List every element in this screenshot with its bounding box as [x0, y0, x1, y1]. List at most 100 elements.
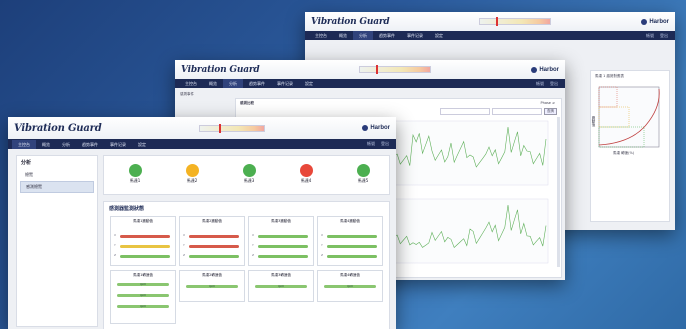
motor-lamp-label: 馬達5 [357, 178, 369, 183]
rpm-bar: rpm [117, 304, 169, 308]
rpm-panel[interactable]: 馬達1轉速值 rpm rpm rpm [110, 270, 176, 324]
rpm-panel[interactable]: 馬達4轉速值 rpm [317, 270, 383, 302]
nav-item-trend[interactable]: 趋势事件 [76, 140, 104, 149]
status-light-icon [185, 164, 199, 177]
status-light-icon [299, 164, 313, 177]
nav-item-settings[interactable]: 設定 [299, 79, 319, 88]
front-nav: 主控台 概览 分析 趋势事件 事件记录 設定 帳號 登出 [8, 139, 396, 149]
status-light-icon [356, 164, 370, 177]
vibration-bar [258, 235, 308, 238]
nav-item-trend[interactable]: 趋势事件 [373, 31, 401, 40]
rpm-panel-title: 馬達3轉速值 [271, 273, 291, 277]
nav-item-events[interactable]: 事件记录 [401, 31, 429, 40]
vibration-panel[interactable]: 馬達2震動值 X Y Z [179, 216, 245, 266]
account-link[interactable]: 帳號 [364, 141, 378, 147]
rpm-bar: rpm [255, 284, 307, 288]
motor-lamp[interactable]: 馬達2 [177, 164, 207, 184]
motor-lamp[interactable]: 馬達3 [234, 164, 264, 184]
vibration-bar [189, 235, 239, 238]
motor-lamp[interactable]: 馬達1 [120, 164, 150, 184]
date-to-input[interactable] [492, 108, 542, 115]
nav-item-analysis[interactable]: 分析 [353, 31, 373, 40]
date-from-input[interactable] [440, 108, 490, 115]
app-logo: Vibration Guard [14, 122, 102, 134]
axis-label: Y [321, 243, 323, 247]
vibration-bar [189, 245, 239, 248]
motor-lamp-label: 馬達4 [300, 178, 312, 183]
motor-lamp[interactable]: 馬達5 [348, 164, 378, 184]
brand-name: Harbor [649, 18, 669, 25]
trend-ylabel: 震動值 [592, 116, 596, 127]
nav-item-overview[interactable]: 概览 [203, 79, 223, 88]
axis-label: X [114, 233, 117, 237]
brand-name: Harbor [539, 66, 559, 73]
vibration-panel[interactable]: 馬達4震動值 X Y Z [317, 216, 383, 266]
vibration-bar [327, 245, 377, 248]
app-logo: Vibration Guard [311, 16, 390, 27]
back-header: Vibration Guard Harbor [305, 12, 675, 31]
rpm-panel-title: 馬達2轉速值 [202, 273, 222, 277]
axis-label: X [183, 233, 186, 237]
nav-item-trend[interactable]: 趋势事件 [243, 79, 271, 88]
status-light-icon [242, 164, 256, 177]
logout-link[interactable]: 登出 [547, 81, 561, 87]
nav-item-events[interactable]: 事件记录 [104, 140, 132, 149]
nav-item-overview[interactable]: 概览 [36, 140, 56, 149]
nav-item-console[interactable]: 主控台 [12, 139, 36, 149]
motor-status-card: 馬達1 馬達2 馬達3 馬達4 馬達5 [103, 155, 390, 195]
nav-item-analysis[interactable]: 分析 [56, 140, 76, 149]
vibration-gauge [198, 123, 265, 133]
brand: Harbor [531, 66, 559, 73]
vibration-bar [120, 245, 170, 248]
rpm-bar: rpm [324, 284, 376, 288]
account-link[interactable]: 帳號 [533, 81, 547, 87]
rpm-unit: rpm [277, 284, 285, 288]
nav-item-settings[interactable]: 設定 [132, 140, 152, 149]
vibration-panel-title: 馬達4震動值 [340, 219, 360, 223]
query-button[interactable]: 查詢 [544, 108, 557, 115]
logout-link[interactable]: 登出 [657, 33, 671, 39]
sidebar-title: 分析 [21, 160, 32, 166]
vibration-bar [120, 255, 170, 258]
account-link[interactable]: 帳號 [643, 33, 657, 39]
motor-lamp[interactable]: 馬達4 [291, 164, 321, 184]
section-title: 感測器監測狀態 [109, 206, 145, 212]
rpm-panel[interactable]: 馬達3轉速值 rpm [248, 270, 314, 302]
middle-nav: 主控台 概览 分析 趋势事件 事件记录 設定 帳號 登出 [175, 79, 565, 88]
nav-item-events[interactable]: 事件记录 [271, 79, 299, 88]
brand-name: Harbor [370, 125, 390, 131]
brand: Harbor [362, 125, 390, 131]
vibration-bar [258, 245, 308, 248]
nav-item-console[interactable]: 主控台 [179, 79, 203, 88]
axis-label: Z [114, 253, 117, 257]
trend-chart-card: 馬達 1 趨勢對應表 震動值 馬達 轉速(%) [590, 70, 670, 222]
trend-chart-title: 馬達 1 趨勢對應表 [595, 74, 624, 78]
scrollbar[interactable] [557, 117, 560, 267]
sidebar-item-overview[interactable]: 總覽 [20, 170, 94, 180]
logout-link[interactable]: 登出 [378, 141, 392, 147]
nav-item-overview[interactable]: 概览 [333, 31, 353, 40]
vibration-panel[interactable]: 馬達1震動值 X Y Z [110, 216, 176, 266]
nav-item-console[interactable]: 主控台 [309, 31, 333, 40]
nav-item-analysis[interactable]: 分析 [223, 79, 243, 88]
app-logo: Vibration Guard [181, 64, 260, 75]
axis-label: Z [252, 253, 255, 257]
motor-lamp-label: 馬達2 [186, 178, 198, 183]
motor-lamp-label: 馬達3 [243, 178, 255, 183]
front-window: Vibration Guard Harbor 主控台 概览 分析 趋势事件 事件… [8, 117, 396, 329]
vibration-gauge [359, 65, 432, 74]
rpm-unit: rpm [208, 284, 216, 288]
sidebar-item-sensor-overview[interactable]: 感測總覽 [20, 181, 94, 193]
vibration-gauge [479, 17, 552, 26]
vibration-panel[interactable]: 馬達3震動值 X Y Z [248, 216, 314, 266]
rpm-panel[interactable]: 馬達2轉速值 rpm [179, 270, 245, 302]
legend-phase: Phase ≥ [540, 101, 556, 105]
rpm-unit: rpm [139, 282, 147, 286]
vibration-panel-title: 馬達2震動值 [202, 219, 222, 223]
harbor-logo-icon [362, 125, 369, 131]
brand: Harbor [641, 18, 669, 25]
nav-item-settings[interactable]: 設定 [429, 31, 449, 40]
motor-lamp-label: 馬達1 [129, 178, 141, 183]
middle-sidebar-item[interactable]: 感測事件 [180, 92, 194, 97]
rpm-panel-title: 馬達1轉速值 [133, 273, 153, 277]
